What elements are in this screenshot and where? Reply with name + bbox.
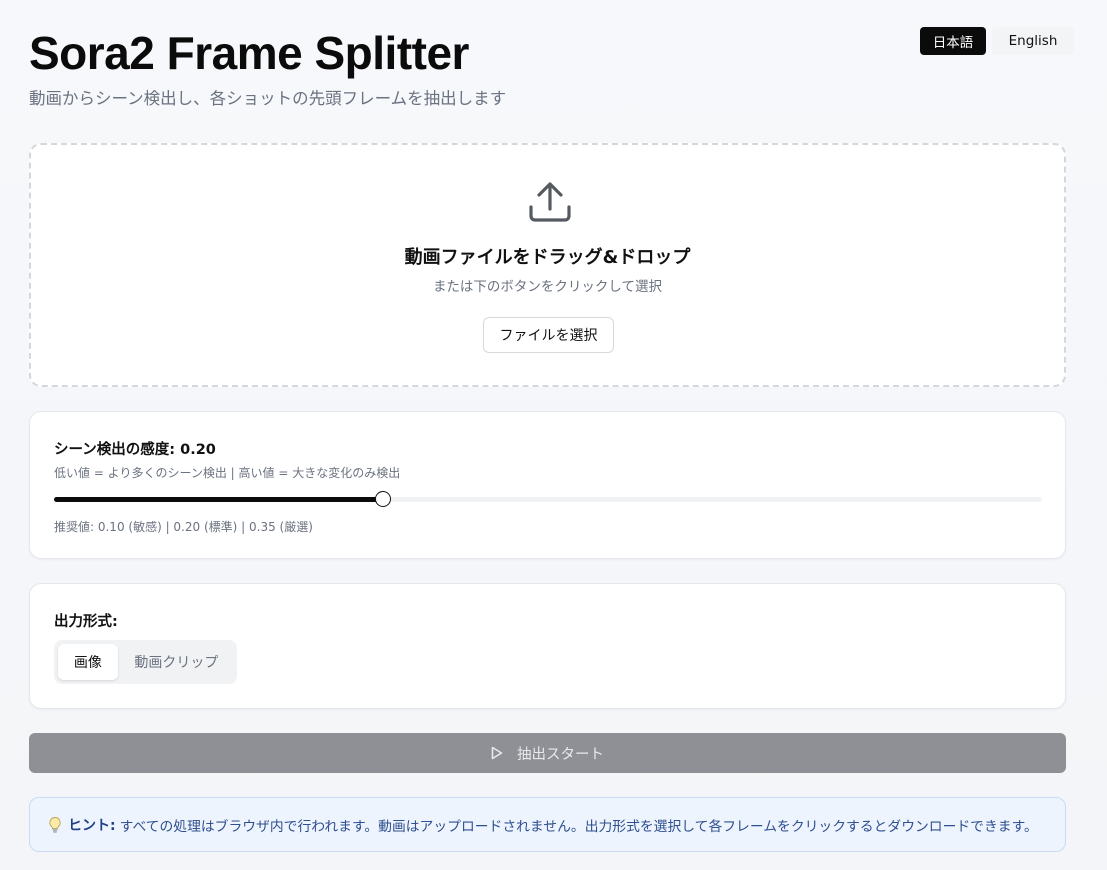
hint-banner: ヒント: すべての処理はブラウザ内で行われます。動画はアップロードされません。出…	[29, 797, 1066, 852]
output-format-label: 出力形式:	[54, 614, 118, 630]
video-dropzone[interactable]: 動画ファイルをドラッグ&ドロップ または下のボタンをクリックして選択 ファイルを…	[29, 143, 1066, 387]
slider-fill	[54, 497, 384, 502]
play-icon	[491, 746, 503, 760]
output-image-option[interactable]: 画像	[58, 644, 118, 680]
dropzone-subtitle: または下のボタンをクリックして選択	[432, 279, 663, 295]
page: Sora2 Frame Splitter 動画からシーン検出し、各ショットの先頭…	[0, 0, 1107, 870]
sensitivity-slider[interactable]	[54, 490, 1042, 508]
page-title: Sora2 Frame Splitter	[29, 27, 469, 79]
hint-label: ヒント:	[68, 817, 116, 834]
sensitivity-help-text: 低い値 = より多くのシーン検出 | 高い値 = 大きな変化のみ検出	[54, 466, 401, 480]
output-format-toggle: 画像 動画クリップ	[54, 640, 237, 684]
select-file-button[interactable]: ファイルを選択	[483, 317, 614, 353]
slider-thumb[interactable]	[375, 491, 392, 507]
sensitivity-label: シーン検出の感度: 0.20	[54, 442, 216, 458]
hint-text: すべての処理はブラウザ内で行われます。動画はアップロードされません。出力形式を選…	[119, 818, 1038, 835]
language-english-button[interactable]: English	[992, 27, 1074, 55]
upload-icon	[529, 182, 571, 222]
language-switch: 日本語 English	[920, 27, 1074, 55]
start-extraction-button[interactable]: 抽出スタート	[29, 733, 1066, 773]
output-video-clip-option[interactable]: 動画クリップ	[120, 644, 233, 680]
language-japanese-button[interactable]: 日本語	[920, 27, 986, 55]
sensitivity-card: シーン検出の感度: 0.20 低い値 = より多くのシーン検出 | 高い値 = …	[29, 411, 1066, 559]
lightbulb-icon	[49, 816, 61, 833]
sensitivity-recommended: 推奨値: 0.10 (敏感) | 0.20 (標準) | 0.35 (厳選)	[54, 520, 313, 534]
start-extraction-label: 抽出スタート	[517, 746, 604, 763]
page-subtitle: 動画からシーン検出し、各ショットの先頭フレームを抽出します	[29, 89, 507, 108]
dropzone-title: 動画ファイルをドラッグ&ドロップ	[404, 247, 691, 268]
output-format-card: 出力形式: 画像 動画クリップ	[29, 583, 1066, 709]
